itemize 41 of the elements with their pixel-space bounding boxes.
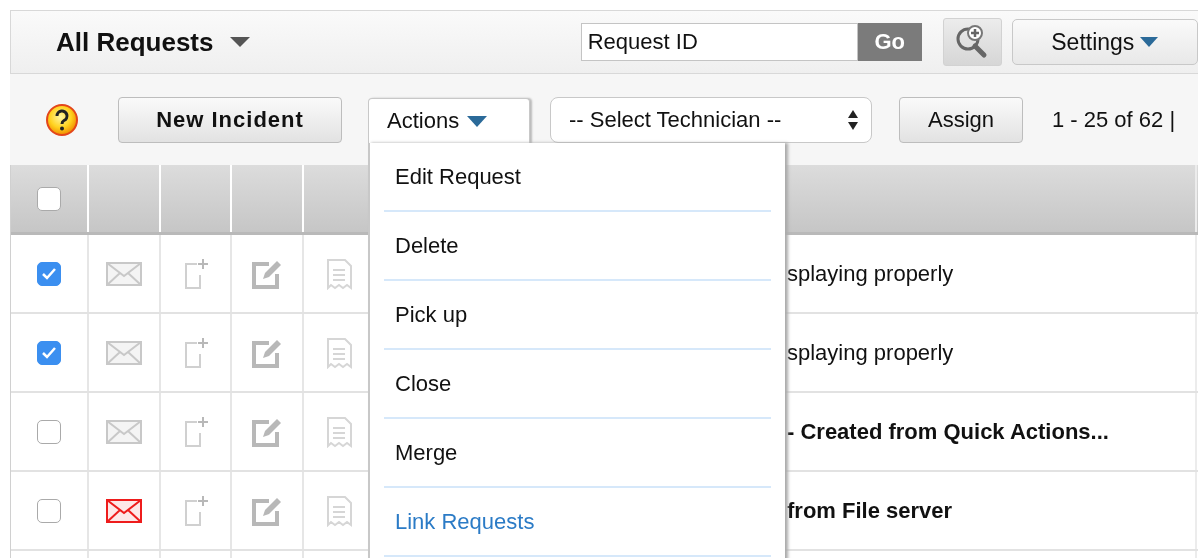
new-incident-button[interactable]: New Incident — [118, 96, 342, 143]
caret-icon — [467, 115, 488, 127]
search-icon[interactable] — [942, 18, 1002, 66]
request-subject[interactable]: from File server — [787, 497, 953, 524]
document-icon[interactable] — [325, 415, 353, 448]
request-subject[interactable]: - Created from Quick Actions... — [787, 418, 1109, 445]
menu-item[interactable]: Link Requests — [384, 488, 771, 557]
select-all-checkbox[interactable] — [37, 186, 61, 211]
document-icon[interactable] — [325, 257, 353, 290]
add-note-icon[interactable] — [182, 415, 209, 448]
help-icon[interactable] — [45, 102, 79, 137]
document-icon[interactable] — [325, 494, 353, 527]
caret-icon — [1140, 37, 1159, 47]
request-subject[interactable]: splaying properly — [787, 260, 954, 287]
up-down-arrows-icon — [847, 108, 859, 131]
menu-item[interactable]: Delete — [384, 212, 771, 281]
request-subject[interactable]: splaying properly — [787, 339, 954, 366]
add-note-icon[interactable] — [182, 257, 209, 290]
caret-icon[interactable] — [229, 37, 250, 47]
row-checkbox[interactable] — [37, 340, 61, 365]
menu-item[interactable]: Edit Request — [384, 143, 771, 212]
pagination-text: 1 - 25 of 62 | — [1052, 106, 1176, 133]
row-checkbox[interactable] — [37, 419, 61, 444]
row-checkbox[interactable] — [37, 261, 61, 286]
actions-button[interactable]: Actions — [368, 97, 530, 144]
row-checkbox[interactable] — [37, 498, 61, 523]
checkmark-icon — [42, 267, 56, 280]
menu-item[interactable]: Merge — [384, 419, 771, 488]
view-title[interactable]: All Requests — [56, 26, 214, 58]
settings-button[interactable]: Settings — [1011, 19, 1198, 65]
search-field[interactable]: Request ID — [580, 23, 858, 61]
document-icon[interactable] — [325, 336, 353, 369]
add-note-icon[interactable] — [182, 336, 209, 369]
add-note-icon[interactable] — [182, 494, 209, 527]
technician-select[interactable]: -- Select Technician -- — [550, 96, 872, 143]
checkmark-icon — [42, 346, 56, 359]
menu-item[interactable]: Close — [384, 350, 771, 419]
assign-button[interactable]: Assign — [899, 96, 1023, 143]
menu-item[interactable]: Pick up — [384, 281, 771, 350]
go-button[interactable]: Go — [857, 23, 922, 61]
envelope-icon[interactable] — [106, 498, 142, 523]
